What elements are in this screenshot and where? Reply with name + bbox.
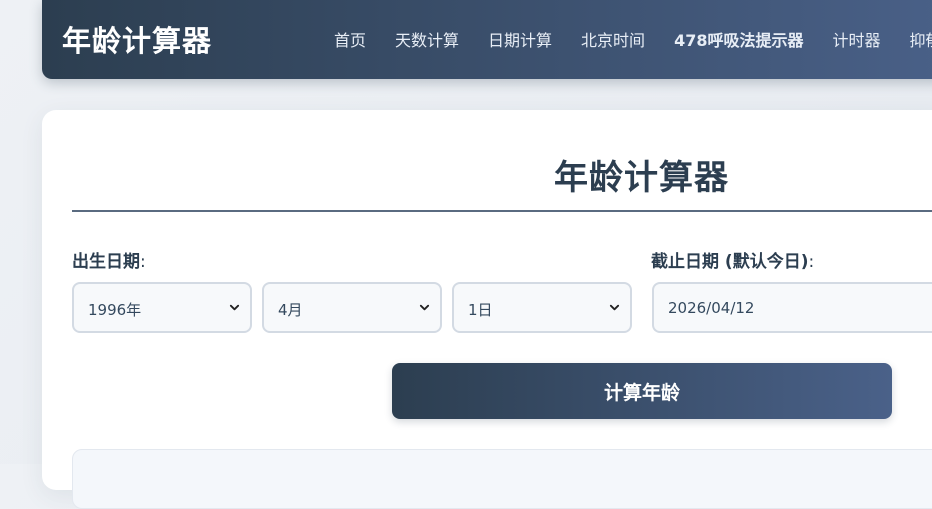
birth-month-select[interactable]: 4月 — [262, 282, 442, 333]
nav-item-depression[interactable]: 抑郁 — [909, 27, 932, 51]
birth-month-value: 4月 — [278, 301, 303, 319]
nav-item-home[interactable]: 首页 — [334, 27, 366, 51]
chevron-down-icon — [229, 304, 240, 311]
end-date-label: 截止日期 (默认今日): — [651, 252, 815, 272]
top-navbar: 年龄计算器 首页 天数计算 日期计算 北京时间 478呼吸法提示器 计时器 抑郁 — [42, 0, 932, 79]
nav-item-date-calc[interactable]: 日期计算 — [488, 27, 552, 51]
chevron-down-icon — [609, 304, 620, 311]
page-title: 年龄计算器 — [554, 158, 729, 198]
calculator-card: 年龄计算器 出生日期: 截止日期 (默认今日): 1996年 4月 1日 202… — [42, 110, 932, 509]
nav-item-478-breathing[interactable]: 478呼吸法提示器 — [674, 27, 803, 51]
birth-date-label: 出生日期: — [72, 252, 146, 272]
site-brand[interactable]: 年龄计算器 — [62, 18, 212, 60]
nav-item-days-calc[interactable]: 天数计算 — [395, 27, 459, 51]
end-date-input[interactable]: 2026/04/12 — [652, 282, 932, 333]
chevron-down-icon — [419, 304, 430, 311]
title-divider — [72, 210, 932, 212]
nav-links: 首页 天数计算 日期计算 北京时间 478呼吸法提示器 计时器 抑郁 — [334, 27, 932, 51]
birth-day-value: 1日 — [468, 301, 493, 319]
birth-year-select[interactable]: 1996年 — [72, 282, 252, 333]
calculate-age-button[interactable]: 计算年龄 — [392, 363, 892, 419]
result-panel — [72, 449, 932, 509]
birth-year-value: 1996年 — [88, 301, 142, 319]
nav-item-timer[interactable]: 计时器 — [832, 27, 880, 51]
end-date-value: 2026/04/12 — [668, 299, 755, 317]
nav-item-beijing-time[interactable]: 北京时间 — [581, 27, 645, 51]
birth-day-select[interactable]: 1日 — [452, 282, 632, 333]
